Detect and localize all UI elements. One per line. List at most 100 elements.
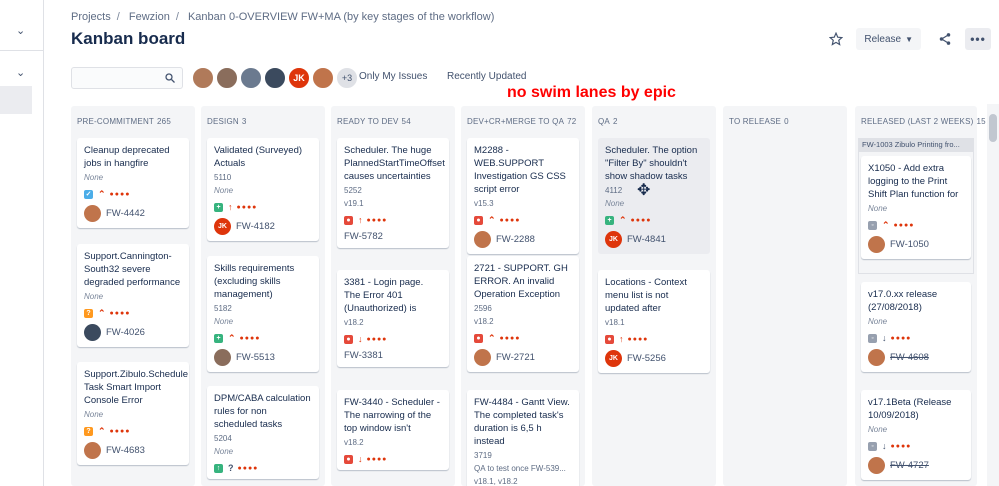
issue-key[interactable]: FW-4442 xyxy=(106,208,145,219)
avatar xyxy=(868,349,885,366)
avatar: JK xyxy=(214,218,231,235)
avatar[interactable] xyxy=(216,67,238,89)
column-header: TO RELEASE 0 xyxy=(729,117,789,126)
estimate-dots-icon: ●●●● xyxy=(109,309,131,317)
issue-key[interactable]: FW-5513 xyxy=(236,352,275,363)
avatar: JK xyxy=(605,350,622,367)
issue-key[interactable]: FW-4727 xyxy=(890,460,929,471)
more-avatars-button[interactable]: +3 xyxy=(336,67,358,89)
card-field: v18.2 xyxy=(344,318,364,327)
issue-key[interactable]: FW-4841 xyxy=(627,234,666,245)
card-summary: X1050 - Add extra logging to the Print S… xyxy=(868,163,959,200)
card-summary: Locations - Context menu list is not upd… xyxy=(605,277,687,314)
sidebar-divider xyxy=(0,50,44,51)
priority-highest-icon: ⌃ xyxy=(98,188,106,199)
issue-card[interactable]: FW-4484 - Gantt View. The completed task… xyxy=(467,390,579,486)
question-icon: ? xyxy=(84,308,93,318)
issue-card[interactable]: Support.Cannington-South32 severe degrad… xyxy=(77,244,189,347)
card-field: None xyxy=(214,317,234,326)
avatar[interactable]: JK xyxy=(288,67,310,89)
priority-highest-icon: ⌃ xyxy=(882,219,890,230)
card-field: 3719 xyxy=(474,451,492,460)
issue-card[interactable]: 2721 - SUPPORT. GH ERROR. An invalid Ope… xyxy=(467,256,579,372)
issue-key[interactable]: FW-2288 xyxy=(496,234,535,245)
issue-key[interactable]: FW-5256 xyxy=(627,353,666,364)
card-summary: v17.0.xx release (27/08/2018) xyxy=(868,289,938,313)
avatar[interactable] xyxy=(240,67,262,89)
issue-card[interactable]: DPM/CABA calculation rules for non sched… xyxy=(207,386,319,479)
share-icon[interactable] xyxy=(935,29,955,49)
sidebar-item-selected[interactable] xyxy=(0,86,32,114)
avatar[interactable] xyxy=(312,67,334,89)
filter-only-my-issues[interactable]: Only My Issues xyxy=(359,71,427,82)
scrollbar-thumb[interactable] xyxy=(989,114,997,142)
search-input[interactable] xyxy=(71,67,183,89)
issue-key[interactable]: FW-4026 xyxy=(106,327,145,338)
issue-card[interactable]: M2288 - WEB.SUPPORT Investigation GS CSS… xyxy=(467,138,579,254)
issue-card[interactable]: Scheduler. The huge PlannedStartTimeOffs… xyxy=(337,138,449,248)
sidebar: ⌄ ⌄ xyxy=(0,0,44,486)
release-button[interactable]: Release ▼ xyxy=(856,28,921,50)
star-icon[interactable] xyxy=(826,29,846,49)
card-field: 5182 xyxy=(214,304,232,313)
card-summary: Scheduler. The huge PlannedStartTimeOffs… xyxy=(344,145,445,182)
avatar: JK xyxy=(605,231,622,248)
issue-card[interactable]: Support.Zibulo.Schedule Task Smart Impor… xyxy=(77,362,189,465)
avatar[interactable] xyxy=(264,67,286,89)
card-field: None xyxy=(868,204,888,213)
bug-icon: ● xyxy=(344,454,353,464)
issue-card[interactable]: X1050 - Add extra logging to the Print S… xyxy=(861,156,971,259)
card-field: 5110 xyxy=(214,173,232,182)
avatar xyxy=(84,442,101,459)
breadcrumb-project[interactable]: Fewzion xyxy=(129,11,170,23)
issue-card[interactable]: Validated (Surveyed) Actuals 5110 None +… xyxy=(207,138,319,241)
card-field: None xyxy=(868,425,888,434)
chevron-down-icon[interactable]: ⌄ xyxy=(16,24,25,37)
breadcrumb-projects[interactable]: Projects xyxy=(71,11,111,23)
issue-card[interactable]: Locations - Context menu list is not upd… xyxy=(598,270,710,373)
priority-highest-icon: ⌃ xyxy=(98,425,106,436)
column-header: DESIGN 3 xyxy=(207,117,247,126)
card-summary: v17.1Beta (Release 10/09/2018) xyxy=(868,397,952,421)
issue-key[interactable]: FW-3381 xyxy=(344,350,383,361)
card-summary: Support.Zibulo.Schedule Task Smart Impor… xyxy=(84,369,189,406)
story-icon: ↑ xyxy=(214,463,223,473)
card-field: v18.1 xyxy=(605,318,625,327)
issue-key[interactable]: FW-2721 xyxy=(496,352,535,363)
issue-card[interactable]: Cleanup deprecated jobs in hangfire None… xyxy=(77,138,189,228)
card-summary: M2288 - WEB.SUPPORT Investigation GS CSS… xyxy=(474,145,566,195)
issue-key[interactable]: FW-4182 xyxy=(236,221,275,232)
chevron-down-icon[interactable]: ⌄ xyxy=(16,66,25,79)
issue-key[interactable]: FW-4608 xyxy=(890,352,929,363)
estimate-dots-icon: ●●●● xyxy=(366,455,388,463)
issue-key[interactable]: FW-5782 xyxy=(344,231,383,242)
issue-card[interactable]: FW-3440 - Scheduler - The narrowing of t… xyxy=(337,390,449,470)
priority-highest-icon: ⌃ xyxy=(488,214,496,225)
story-icon: + xyxy=(605,215,614,225)
issue-key[interactable]: FW-1050 xyxy=(890,239,929,250)
column-header: QA 2 xyxy=(598,117,618,126)
card-summary: Skills requirements (excluding skills ma… xyxy=(214,263,295,300)
scrollbar[interactable] xyxy=(987,104,999,486)
breadcrumb-board[interactable]: Kanban 0-OVERVIEW FW+MA (by key stages o… xyxy=(188,11,494,23)
card-field: None xyxy=(84,410,104,419)
issue-card[interactable]: 3381 - Login page. The Error 401 (Unauth… xyxy=(337,270,449,367)
avatar xyxy=(474,231,491,248)
avatar xyxy=(84,324,101,341)
filter-recently-updated[interactable]: Recently Updated xyxy=(447,71,527,82)
issue-card[interactable]: Scheduler. The option "Filter By" should… xyxy=(598,138,710,254)
issue-card[interactable]: v17.1Beta (Release 10/09/2018) None ◦ ↓ ●●… xyxy=(861,390,971,480)
card-field: QA to test once FW-539... xyxy=(474,464,566,473)
issue-key[interactable]: FW-4683 xyxy=(106,445,145,456)
epic-lane-header[interactable]: FW-1003 Zibulo Printing fro... xyxy=(858,138,974,152)
issue-card[interactable]: v17.0.xx release (27/08/2018) None ◦ ↓ ●●●… xyxy=(861,282,971,372)
bug-icon: ● xyxy=(474,215,483,225)
card-summary: Support.Cannington-South32 severe degrad… xyxy=(84,251,181,288)
card-field: None xyxy=(214,186,234,195)
priority-highest-icon: ⌃ xyxy=(98,307,106,318)
issue-card[interactable]: Skills requirements (excluding skills ma… xyxy=(207,256,319,372)
avatar[interactable] xyxy=(192,67,214,89)
more-button[interactable]: ••• xyxy=(965,28,991,50)
column-ready-to-dev: READY TO DEV 54 Scheduler. The huge Plann… xyxy=(331,106,455,486)
card-field: None xyxy=(214,447,234,456)
